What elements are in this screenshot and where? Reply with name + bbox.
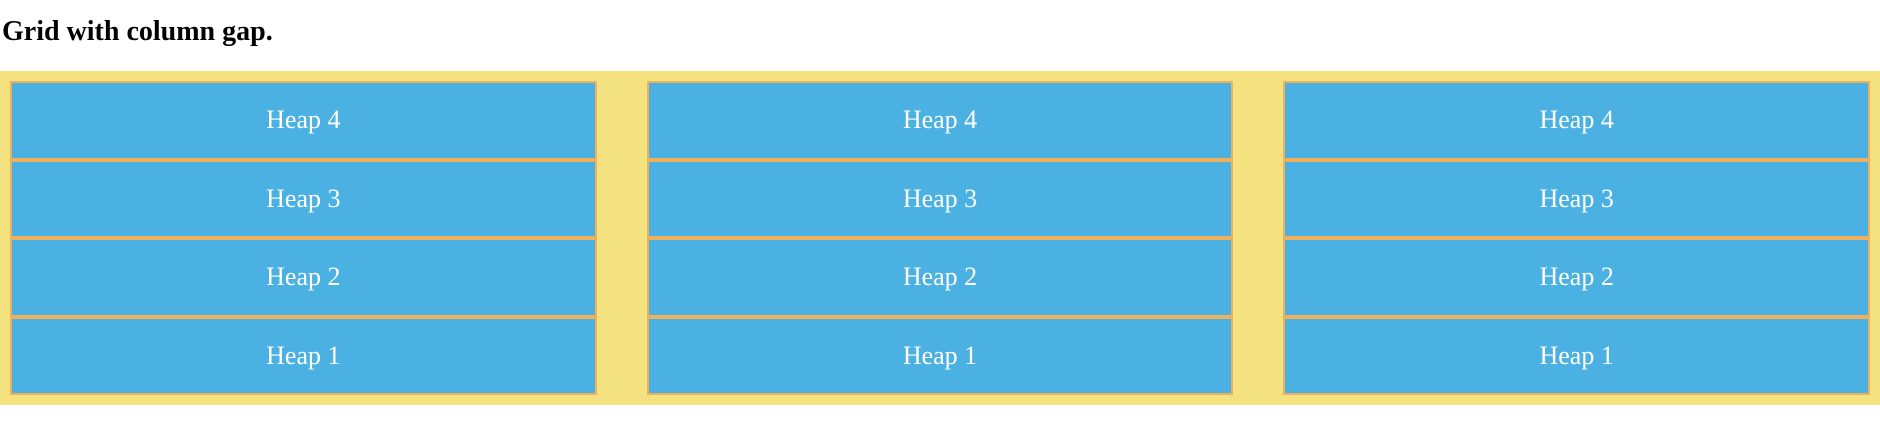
grid-cell-heap-3: Heap 3 — [1283, 159, 1870, 238]
grid-container: Heap 4 Heap 3 Heap 2 Heap 1 Heap 4 Heap … — [0, 71, 1880, 405]
page-title: Grid with column gap. — [2, 16, 273, 47]
grid-cell-heap-4: Heap 4 — [10, 81, 597, 160]
grid-column-3: Heap 4 Heap 3 Heap 2 Heap 1 — [1283, 81, 1870, 395]
grid-cell-heap-4: Heap 4 — [1283, 81, 1870, 160]
grid-cell-heap-3: Heap 3 — [646, 159, 1234, 238]
grid-cell-heap-1: Heap 1 — [1283, 316, 1870, 395]
grid-cell-heap-4: Heap 4 — [646, 81, 1234, 160]
grid-cell-heap-2: Heap 2 — [1283, 238, 1870, 317]
grid-cell-heap-3: Heap 3 — [10, 159, 597, 238]
grid-column-1: Heap 4 Heap 3 Heap 2 Heap 1 — [10, 81, 597, 395]
grid-column-2: Heap 4 Heap 3 Heap 2 Heap 1 — [646, 81, 1234, 395]
grid-cell-heap-2: Heap 2 — [10, 238, 597, 317]
grid-cell-heap-1: Heap 1 — [10, 316, 597, 395]
grid-cell-heap-1: Heap 1 — [646, 316, 1234, 395]
grid-cell-heap-2: Heap 2 — [646, 238, 1234, 317]
